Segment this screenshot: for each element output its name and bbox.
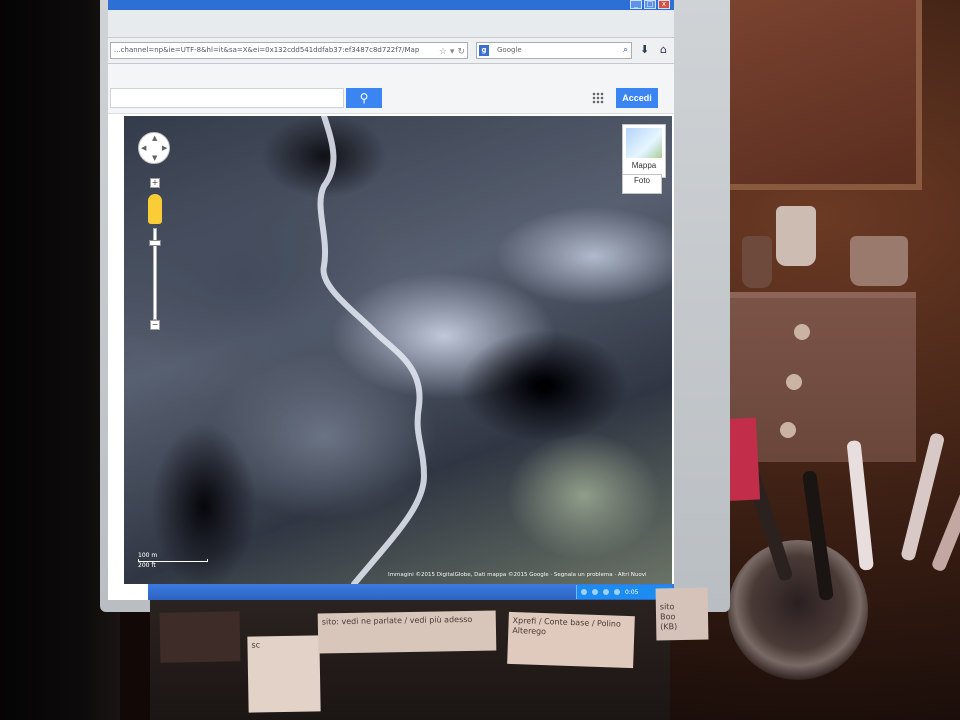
download-icon[interactable]: ⬇ — [640, 43, 649, 56]
satellite-photos-button[interactable]: Foto — [622, 174, 662, 194]
tray-app-icon[interactable] — [614, 589, 620, 595]
map-type-button[interactable]: Mappa — [622, 124, 666, 178]
map-scale: 100 m 200 ft — [138, 550, 218, 574]
pan-left-icon[interactable]: ◀ — [141, 144, 146, 152]
mountain-road — [317, 116, 428, 584]
wall-picture — [722, 0, 922, 190]
monitor-screen: _ □ x ...channel=np&ie=UTF-8&hl=it&sa=X&… — [108, 0, 674, 600]
pan-control[interactable]: ▲ ◀ ▶ ▼ — [138, 132, 170, 164]
minimize-button[interactable]: _ — [630, 0, 642, 9]
navigation-bar: ...channel=np&ie=UTF-8&hl=it&sa=X&ei=0x1… — [108, 38, 674, 64]
zoom-in-button[interactable]: + — [150, 178, 160, 188]
maximize-button[interactable]: □ — [644, 0, 656, 9]
pen-cup — [728, 540, 868, 680]
map-type-label: Mappa — [631, 161, 657, 170]
search-engine-icon[interactable]: g — [479, 45, 489, 56]
sticky-note-text: sito: vedi ne parlate / vedi più adesso — [321, 614, 473, 627]
jar — [742, 236, 772, 288]
satellite-map[interactable]: ▲ ◀ ▶ ▼ + − Mappa Foto 100 m 200 ft Imma… — [124, 116, 672, 584]
sticky-note: Xprefi / Conte base / Polino Alterego — [507, 611, 635, 669]
window-titlebar: _ □ x — [108, 0, 674, 10]
search-icon[interactable]: ⌕ — [623, 43, 628, 58]
pan-down-icon[interactable]: ▼ — [152, 154, 157, 162]
drawer-knob — [786, 374, 802, 390]
sticky-note: sito: vedi ne parlate / vedi più adesso — [317, 610, 497, 654]
map-thumbnail — [626, 128, 662, 158]
vase — [776, 206, 816, 266]
sticky-note — [159, 611, 241, 663]
drawer-knob — [794, 324, 810, 340]
maps-search-input[interactable] — [110, 88, 344, 108]
maps-search-button[interactable]: ⚲ — [346, 88, 382, 108]
url-input[interactable]: ...channel=np&ie=UTF-8&hl=it&sa=X&ei=0x1… — [110, 42, 468, 59]
map-attribution[interactable]: Immagini ©2015 DigitalGlobe, Dati mappa … — [388, 572, 672, 578]
apps-grid-icon[interactable] — [592, 92, 604, 104]
zoom-out-button[interactable]: − — [150, 320, 160, 330]
windows-taskbar: 0:05 — [148, 584, 674, 600]
bookmark-star-icon[interactable]: ☆ — [439, 45, 447, 58]
tray-network-icon[interactable] — [581, 589, 587, 595]
close-button[interactable]: x — [658, 0, 670, 9]
browser-search-input[interactable]: g Google ⌕ — [476, 42, 632, 59]
drawer-knob — [780, 422, 796, 438]
tray-volume-icon[interactable] — [592, 589, 598, 595]
signin-button[interactable]: Accedi — [616, 88, 658, 108]
sticky-note-text: sc — [251, 640, 261, 650]
scale-metric-label: 100 m — [138, 552, 158, 559]
satellite-photos-label: Foto — [633, 176, 650, 185]
street-view-pegman-icon[interactable] — [148, 194, 162, 224]
search-placeholder: Google — [497, 46, 522, 54]
tray-app-icon[interactable] — [603, 589, 609, 595]
pan-up-icon[interactable]: ▲ — [152, 134, 157, 142]
home-icon[interactable]: ⌂ — [660, 43, 667, 56]
reload-icon[interactable]: ↻ — [457, 45, 465, 58]
zoom-slider-handle[interactable] — [149, 240, 161, 246]
tab-strip — [108, 10, 674, 38]
pan-right-icon[interactable]: ▶ — [162, 144, 167, 152]
taskbar-clock[interactable]: 0:05 — [625, 589, 638, 596]
sticky-note-text: Xprefi / Conte base / Polino Alterego — [512, 615, 622, 637]
sticky-note: sc — [247, 635, 321, 713]
dropdown-arrow-icon[interactable]: ▾ — [450, 45, 455, 58]
google-header: ⚲ Accedi — [108, 64, 674, 114]
sticky-note-text: sito Boo (KB) — [659, 602, 678, 632]
pot — [850, 236, 908, 286]
sticky-note: sito Boo (KB) — [655, 587, 709, 641]
search-icon: ⚲ — [359, 91, 369, 105]
scale-imperial-label: 200 ft — [138, 562, 156, 569]
url-text: ...channel=np&ie=UTF-8&hl=it&sa=X&ei=0x1… — [114, 46, 420, 54]
